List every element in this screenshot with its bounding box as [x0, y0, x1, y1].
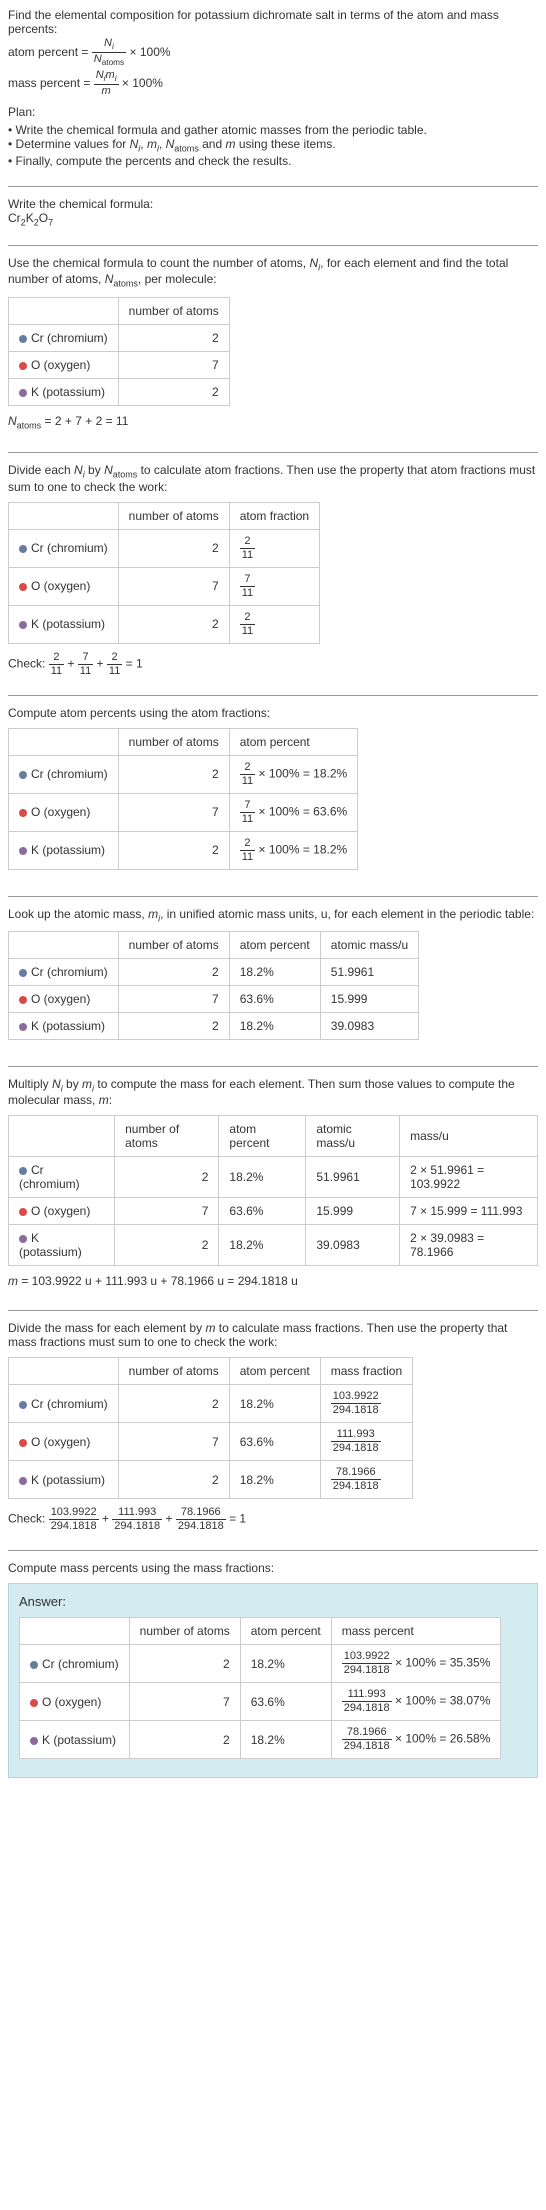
count-text: Use the chemical formula to count the nu… — [8, 256, 538, 289]
answer-header: Answer: — [19, 1594, 527, 1609]
element-color-icon — [19, 1235, 27, 1243]
molecular-mass-section: Multiply Ni by mi to compute the mass fo… — [8, 1077, 538, 1300]
atompercent-text: Compute atom percents using the atom fra… — [8, 706, 538, 720]
atomicmass-text: Look up the atomic mass, mi, in unified … — [8, 907, 538, 923]
table-row: Cr (chromium)218.2%51.99612 × 51.9961 = … — [9, 1157, 538, 1198]
natoms-equation: Natoms = 2 + 7 + 2 = 11 — [8, 414, 538, 430]
massfrac-check: Check: 103.9922294.1818 + 111.993294.181… — [8, 1507, 538, 1532]
mass-fraction-table: number of atomsatom percentmass fraction… — [8, 1357, 413, 1499]
answer-box: Answer: number of atomsatom percentmass … — [8, 1583, 538, 1778]
table-row: O (oxygen)7711 × 100% = 63.6% — [9, 793, 358, 831]
plan-bullet-1: • Write the chemical formula and gather … — [8, 123, 538, 137]
divider — [8, 452, 538, 453]
table-header: number of atoms — [9, 297, 230, 324]
table-row: Cr (chromium)218.2%103.9922294.1818 — [9, 1385, 413, 1423]
table-header: number of atomsatom percentmass percent — [20, 1618, 501, 1645]
element-color-icon — [19, 1167, 27, 1175]
table-header: number of atomsatom percentatomic mass/u… — [9, 1116, 538, 1157]
atoms-table: number of atoms Cr (chromium)2 O (oxygen… — [8, 297, 230, 406]
table-row: Cr (chromium)218.2%51.9961 — [9, 959, 419, 986]
formula-section: Write the chemical formula: Cr2K2O7 — [8, 197, 538, 235]
chemical-formula: Cr2K2O7 — [8, 211, 538, 227]
element-color-icon — [30, 1661, 38, 1669]
table-row: K (potassium)2211 — [9, 605, 320, 643]
atom-percent-section: Compute atom percents using the atom fra… — [8, 706, 538, 886]
table-row: Cr (chromium)2211 × 100% = 18.2% — [9, 755, 358, 793]
atomic-mass-table: number of atomsatom percentatomic mass/u… — [8, 931, 419, 1040]
intro-text: Find the elemental composition for potas… — [8, 8, 538, 36]
table-row: K (potassium)218.2%78.1966294.1818 — [9, 1461, 413, 1499]
table-row: K (potassium)218.2%39.09832 × 39.0983 = … — [9, 1225, 538, 1266]
answer-table: number of atomsatom percentmass percent … — [19, 1617, 501, 1759]
mass-fraction-section: Divide the mass for each element by m to… — [8, 1321, 538, 1540]
plan-bullet-2: • Determine values for Ni, mi, Natoms an… — [8, 137, 538, 153]
divider — [8, 1550, 538, 1551]
element-color-icon — [30, 1699, 38, 1707]
table-row: O (oxygen)7711 — [9, 567, 320, 605]
table-row: K (potassium)218.2%78.1966294.1818 × 100… — [20, 1721, 501, 1759]
final-section: Compute mass percents using the mass fra… — [8, 1561, 538, 1786]
element-color-icon — [19, 335, 27, 343]
mass-percent-formula: mass percent = Nimim × 100% — [8, 70, 538, 97]
element-color-icon — [19, 1401, 27, 1409]
table-row: O (oxygen)763.6%111.993294.1818 — [9, 1423, 413, 1461]
element-color-icon — [19, 1477, 27, 1485]
massfrac-text: Divide the mass for each element by m to… — [8, 1321, 538, 1349]
table-row: Cr (chromium)218.2%103.9922294.1818 × 10… — [20, 1645, 501, 1683]
table-row: K (potassium)2 — [9, 378, 230, 405]
element-color-icon — [19, 583, 27, 591]
atomic-mass-section: Look up the atomic mass, mi, in unified … — [8, 907, 538, 1056]
table-header: number of atomsatom fraction — [9, 502, 320, 529]
element-color-icon — [19, 389, 27, 397]
molmass-text: Multiply Ni by mi to compute the mass fo… — [8, 1077, 538, 1107]
final-text: Compute mass percents using the mass fra… — [8, 1561, 538, 1575]
atom-fraction-section: Divide each Ni by Natoms to calculate at… — [8, 463, 538, 684]
element-color-icon — [19, 1439, 27, 1447]
table-row: Cr (chromium)2211 — [9, 529, 320, 567]
atom-fraction-table: number of atomsatom fraction Cr (chromiu… — [8, 502, 320, 644]
formula-title: Write the chemical formula: — [8, 197, 538, 211]
divider — [8, 245, 538, 246]
divider — [8, 1310, 538, 1311]
table-header: number of atomsatom percent — [9, 728, 358, 755]
element-color-icon — [19, 1023, 27, 1031]
count-section: Use the chemical formula to count the nu… — [8, 256, 538, 442]
molecular-mass-table: number of atomsatom percentatomic mass/u… — [8, 1115, 538, 1266]
table-row: Cr (chromium)2 — [9, 324, 230, 351]
divider — [8, 1066, 538, 1067]
atom-percent-formula: atom percent = NiNatoms × 100% — [8, 38, 538, 68]
atomfrac-text: Divide each Ni by Natoms to calculate at… — [8, 463, 538, 493]
table-row: O (oxygen)7 — [9, 351, 230, 378]
element-color-icon — [19, 362, 27, 370]
plan-header: Plan: — [8, 105, 538, 119]
atom-percent-table: number of atomsatom percent Cr (chromium… — [8, 728, 358, 870]
element-color-icon — [19, 621, 27, 629]
plan-bullet-3: • Finally, compute the percents and chec… — [8, 154, 538, 168]
table-row: O (oxygen)763.6%111.993294.1818 × 100% =… — [20, 1683, 501, 1721]
table-header: number of atomsatom percentatomic mass/u — [9, 932, 419, 959]
divider — [8, 695, 538, 696]
table-row: K (potassium)2211 × 100% = 18.2% — [9, 831, 358, 869]
table-row: O (oxygen)763.6%15.9997 × 15.999 = 111.9… — [9, 1198, 538, 1225]
table-row: K (potassium)218.2%39.0983 — [9, 1013, 419, 1040]
m-equation: m = 103.9922 u + 111.993 u + 78.1966 u =… — [8, 1274, 538, 1288]
element-color-icon — [19, 969, 27, 977]
intro-section: Find the elemental composition for potas… — [8, 8, 538, 176]
element-color-icon — [19, 545, 27, 553]
element-color-icon — [19, 847, 27, 855]
element-color-icon — [19, 1208, 27, 1216]
element-color-icon — [19, 809, 27, 817]
divider — [8, 186, 538, 187]
element-color-icon — [19, 996, 27, 1004]
divider — [8, 896, 538, 897]
table-row: O (oxygen)763.6%15.999 — [9, 986, 419, 1013]
element-color-icon — [30, 1737, 38, 1745]
atomfrac-check: Check: 211 + 711 + 211 = 1 — [8, 652, 538, 677]
table-header: number of atomsatom percentmass fraction — [9, 1358, 413, 1385]
element-color-icon — [19, 771, 27, 779]
